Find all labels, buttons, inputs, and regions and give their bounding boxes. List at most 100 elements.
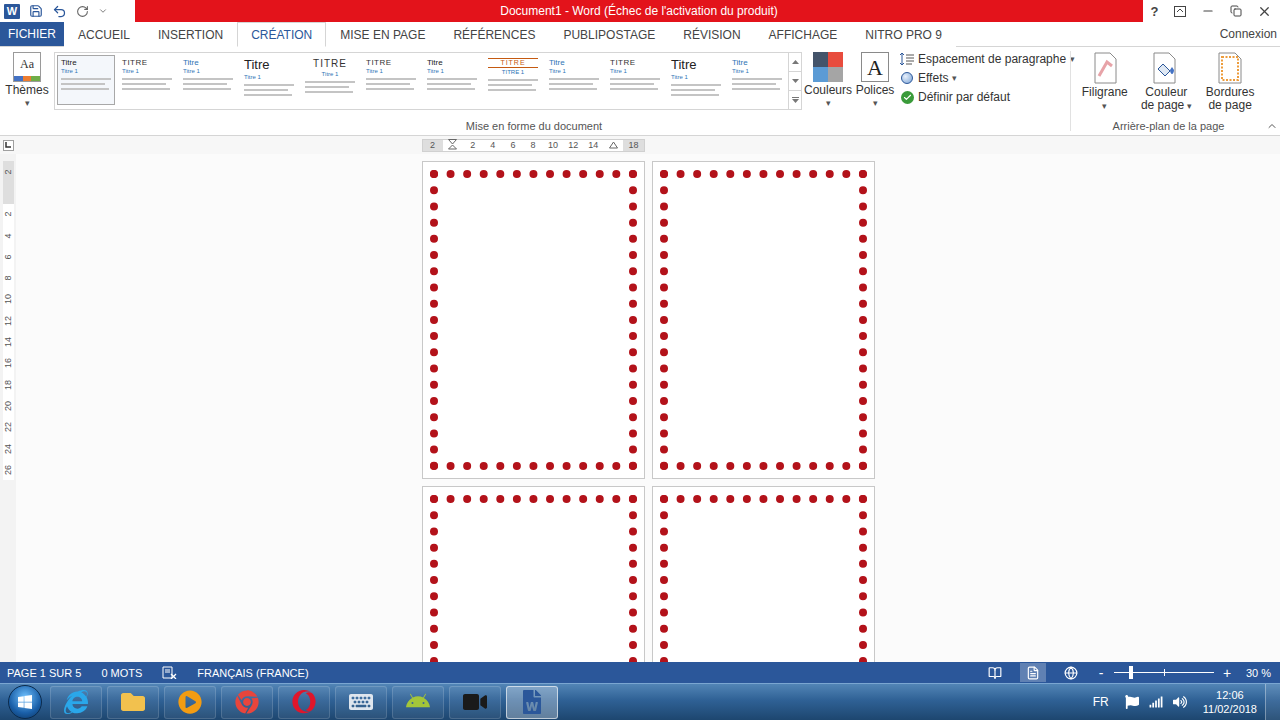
chevron-up-icon (1266, 120, 1278, 132)
ribbon-tab[interactable]: PUBLIPOSTAGE (549, 22, 669, 47)
style-set[interactable]: TitreTitre 1 (57, 55, 115, 105)
save-button[interactable] (29, 4, 43, 18)
customize-button[interactable] (98, 6, 108, 16)
sign-in-link[interactable]: Connexion (1220, 22, 1280, 46)
style-set-title: TITRE (305, 58, 355, 70)
ribbon-tab[interactable]: RÉFÉRENCES (439, 22, 549, 47)
undo-button[interactable] (52, 4, 67, 19)
style-set[interactable]: TitreTitre 1 (667, 55, 725, 105)
taskbar-app[interactable] (278, 686, 330, 719)
style-set[interactable]: TitreTitre 1 (240, 55, 298, 105)
volume-icon[interactable] (1173, 695, 1187, 709)
style-set-line (427, 78, 477, 80)
default-button[interactable]: Définir par défaut (900, 90, 1068, 104)
style-set[interactable]: TitreTitre 1 (545, 55, 603, 105)
ribbon-tab[interactable]: INSERTION (144, 22, 237, 47)
page-color-button[interactable]: Couleur de page ▾ (1136, 50, 1196, 114)
ribbon-display-options-icon[interactable] (1174, 6, 1186, 17)
themes-button[interactable]: AaThèmes▾ (4, 50, 50, 110)
print-view-button[interactable] (1020, 663, 1046, 682)
taskbar-app[interactable] (335, 686, 387, 719)
language[interactable]: FRANÇAIS (FRANCE) (197, 667, 308, 679)
taskbar-app[interactable] (392, 686, 444, 719)
style-set[interactable]: TITRETitre 1 (118, 55, 176, 105)
taskbar-app[interactable] (107, 686, 159, 719)
web-view-button[interactable] (1058, 663, 1084, 682)
page[interactable] (422, 161, 645, 479)
style-set[interactable]: TitreTitre 1 (179, 55, 237, 105)
proofing-icon[interactable] (162, 666, 177, 679)
zoom-level[interactable]: 30 % (1246, 667, 1274, 679)
right-indent-marker-icon[interactable] (609, 141, 618, 149)
horizontal-ruler[interactable]: 2246810121418 (422, 139, 645, 152)
zoom-thumb[interactable] (1129, 666, 1133, 679)
style-set[interactable]: TitreTitre 1 (423, 55, 481, 105)
taskbar-app[interactable] (50, 686, 102, 719)
style-set[interactable]: TITRETitre 1 (301, 55, 359, 105)
word-count[interactable]: 0 MOTS (101, 667, 142, 679)
close-icon[interactable] (1257, 4, 1272, 19)
ribbon-tab[interactable]: AFFICHAGE (755, 22, 852, 47)
action-center-flag-icon[interactable] (1125, 695, 1139, 709)
read-view-button[interactable] (982, 663, 1008, 682)
tabs-spacer (956, 22, 1220, 46)
network-icon[interactable] (1149, 695, 1163, 709)
ribbon-tab[interactable]: RÉVISION (669, 22, 754, 47)
style-set-heading: Titre 1 (244, 74, 294, 81)
restore-icon[interactable] (1230, 5, 1242, 17)
redo-button[interactable] (76, 5, 89, 18)
file-tab[interactable]: FICHIER (0, 22, 64, 46)
page[interactable] (652, 486, 875, 662)
style-set-title: TITRE (488, 58, 538, 68)
colors-button[interactable]: Couleurs▾ (806, 50, 850, 110)
zoom-slider[interactable] (1114, 672, 1214, 673)
gallery-more-button[interactable] (789, 90, 801, 109)
vertical-ruler[interactable]: 22468101214161820222426 (0, 154, 16, 662)
page-borders-button[interactable]: Bordures de page (1200, 50, 1260, 114)
collapse-ribbon-button[interactable] (1264, 47, 1280, 135)
watermark-button[interactable]: Filigrane ▾ (1077, 50, 1132, 114)
start-button[interactable] (8, 685, 42, 719)
taskbar-app[interactable] (506, 686, 558, 719)
style-set-title: TITRE (610, 58, 660, 67)
clock[interactable]: 12:0611/02/2018 (1203, 688, 1257, 716)
style-set[interactable]: TITRETITRE 1 (484, 55, 542, 105)
taskbar-app[interactable] (449, 686, 501, 719)
zoom-out-button[interactable]: - (1096, 665, 1106, 681)
left-indent-marker-icon[interactable] (448, 139, 457, 151)
style-set-line (671, 84, 721, 86)
ribbon-tab[interactable]: NITRO PRO 9 (851, 22, 956, 47)
option-icon-box (900, 90, 914, 104)
tab-selector[interactable] (3, 140, 14, 151)
ribbon-tab[interactable]: MISE EN PAGE (326, 22, 439, 47)
window-controls: ? (1143, 0, 1280, 22)
status-right: - +30 % (982, 663, 1274, 682)
style-set[interactable]: TITRETitre 1 (362, 55, 420, 105)
fonts-button[interactable]: APolices▾ (854, 50, 896, 110)
help-button[interactable]: ? (1151, 4, 1159, 19)
effects-button[interactable]: Effets▾ (900, 71, 1068, 85)
show-desktop-button[interactable] (1265, 684, 1280, 720)
page[interactable] (652, 161, 875, 479)
style-set-line (61, 78, 111, 80)
page[interactable] (422, 486, 645, 662)
style-set-line (244, 84, 294, 86)
style-set-line (183, 78, 233, 80)
ribbon-tab[interactable]: CRÉATION (237, 22, 326, 47)
spacing-button[interactable]: Espacement de paragraphe▾ (900, 52, 1068, 66)
input-language[interactable]: FR (1093, 695, 1109, 709)
zoom-in-button[interactable]: + (1222, 665, 1232, 681)
ruler-number: 22 (3, 422, 13, 432)
page-count[interactable]: PAGE 1 SUR 5 (7, 667, 81, 679)
ribbon-tab[interactable]: ACCUEIL (64, 22, 144, 47)
style-set-line (549, 83, 593, 85)
gallery-up-button[interactable] (789, 53, 801, 71)
style-set-title: TITRE (366, 58, 416, 67)
taskbar-app[interactable] (221, 686, 273, 719)
option-label: Définir par défaut (918, 90, 1010, 104)
style-set[interactable]: TITRETitre 1 (606, 55, 664, 105)
gallery-down-button[interactable] (789, 71, 801, 90)
minimize-icon[interactable] (1201, 4, 1215, 18)
taskbar-app[interactable] (164, 686, 216, 719)
style-set[interactable]: TitreTitre 1 (728, 55, 786, 105)
